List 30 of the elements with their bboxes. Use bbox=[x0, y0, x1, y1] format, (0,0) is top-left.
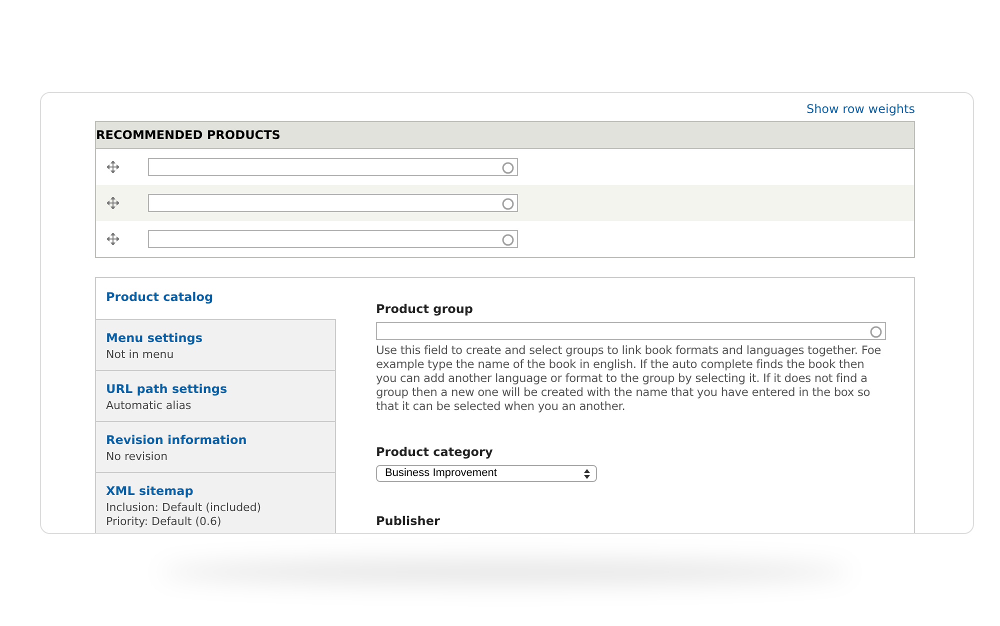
autocomplete-throbber-icon bbox=[870, 326, 882, 338]
tab-title: XML sitemap bbox=[106, 483, 194, 500]
show-row-weights-link[interactable]: Show row weights bbox=[806, 100, 915, 118]
vertical-tab[interactable]: XML sitemap Inclusion: Default (included) Priority: Default (0.6) bbox=[96, 473, 336, 533]
tab-summary: Automatic alias bbox=[106, 400, 192, 412]
field-description: Use this field to create and select groups to link book formats and languages together. Foe example type the name of the book in english. If the auto complete finds the book then you can add another language or format to the group by selecting it. If it does not find a group then a new one will be created with the name that you have entered in the box so that it can be selected when you an another. bbox=[376, 343, 882, 413]
table-header: RECOMMENDED PRODUCTS bbox=[96, 127, 280, 144]
tab-title: URL path settings bbox=[106, 381, 228, 398]
vertical-tab[interactable]: URL path settings Automatic alias bbox=[96, 371, 336, 422]
vertical-tab[interactable]: Menu settings Not in menu bbox=[96, 320, 336, 371]
drag-handle-icon[interactable] bbox=[107, 197, 119, 209]
drag-handle-icon[interactable] bbox=[107, 161, 119, 173]
tab-summary: Not in menu bbox=[106, 349, 175, 361]
autocomplete-field[interactable] bbox=[148, 194, 518, 212]
tab-title: Menu settings bbox=[106, 330, 204, 347]
autocomplete-field[interactable] bbox=[376, 322, 886, 340]
tab-summary: Priority: Default (0.6) bbox=[106, 516, 222, 528]
field-label: Product group bbox=[376, 301, 474, 318]
autocomplete-field[interactable] bbox=[148, 230, 518, 248]
tab-title: Revision information bbox=[106, 432, 248, 449]
field-label: Publisher bbox=[376, 513, 441, 530]
select-arrows-icon bbox=[584, 469, 590, 479]
vertical-tab[interactable]: Revision information No revision bbox=[96, 422, 336, 473]
drag-handle-icon[interactable] bbox=[107, 233, 119, 245]
autocomplete-field[interactable] bbox=[148, 158, 518, 176]
field-label: Product category bbox=[376, 444, 494, 461]
tab-summary: No revision bbox=[106, 451, 169, 463]
tab-summary: Inclusion: Default (included) bbox=[106, 502, 262, 514]
select-dropdown[interactable]: Business Improvement bbox=[376, 465, 597, 482]
tab-title: Product catalog bbox=[106, 289, 214, 306]
